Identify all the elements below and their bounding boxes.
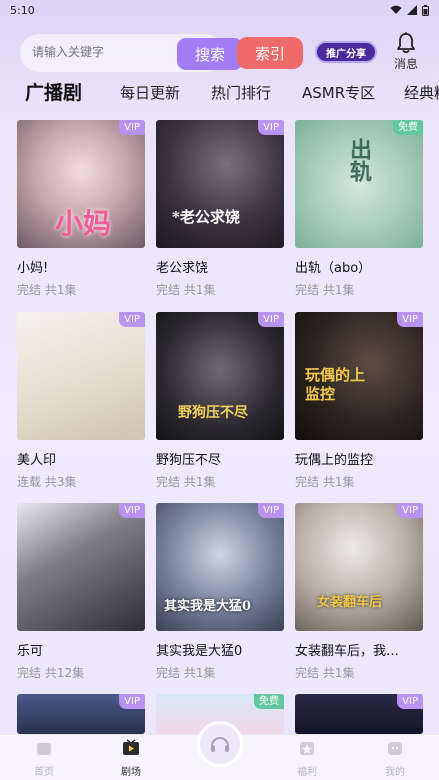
drama-card[interactable]: 野狗压不尽 VIP 野狗压不尽 完结 共1集 [156, 312, 284, 490]
vip-badge: VIP [397, 694, 423, 709]
vip-badge: VIP [119, 312, 145, 327]
drama-meta: 完结 共12集 [17, 666, 85, 680]
cover-image: 小妈 VIP [17, 120, 145, 248]
drama-title: 其实我是大猛0 [156, 644, 243, 659]
bottom-nav: 首页 剧场 福利 我的 [0, 721, 439, 780]
vip-badge: VIP [119, 120, 145, 135]
cover-title-text: *老公求饶 [172, 208, 240, 226]
drama-title: 女装翻车后，我… [295, 644, 400, 659]
battery-icon [422, 4, 429, 16]
drama-card[interactable]: 女装翻车后 VIP 女装翻车后，我… 完结 共1集 [295, 503, 423, 681]
cover-image: 玩偶的上监控 VIP [295, 312, 423, 440]
search-box[interactable]: 搜索 [20, 34, 243, 72]
vip-badge: VIP [119, 503, 145, 518]
category-tabs: 广播剧 每日更新 热门排行 ASMR专区 经典精 [0, 78, 439, 108]
drama-meta: 连载 共3集 [17, 475, 77, 489]
tab-daily-update[interactable]: 每日更新 [120, 78, 180, 108]
free-badge: 免费 [393, 120, 423, 135]
drama-card[interactable]: 小妈 VIP 小妈! 完结 共1集 [17, 120, 145, 298]
nav-home[interactable]: 首页 [14, 739, 74, 778]
drama-meta: 完结 共1集 [295, 666, 355, 680]
cover-title-text: 女装翻车后 [317, 595, 383, 610]
status-icons [390, 4, 429, 16]
vip-badge: VIP [397, 312, 423, 327]
cover-title-text: 其实我是大猛0 [164, 599, 252, 614]
cover-image: VIP [17, 312, 145, 440]
drama-title: 老公求饶 [156, 261, 209, 276]
tab-classic[interactable]: 经典精 [404, 78, 439, 108]
nav-welfare-label: 福利 [297, 767, 317, 778]
index-button[interactable]: 索引 [237, 37, 303, 69]
drama-meta: 完结 共1集 [17, 283, 77, 297]
search-button[interactable]: 搜索 [177, 38, 243, 70]
share-button[interactable]: 推广分享 [315, 41, 377, 63]
drama-title: 乐可 [17, 644, 44, 659]
player-button[interactable] [197, 721, 243, 767]
cover-image: 其实我是大猛0 VIP [156, 503, 284, 631]
cover-title-text: 出轨 [346, 138, 372, 182]
nav-welfare[interactable]: 福利 [277, 739, 337, 778]
drama-card[interactable]: VIP 乐可 完结 共12集 [17, 503, 145, 681]
vip-badge: VIP [397, 503, 423, 518]
vip-badge: VIP [258, 312, 284, 327]
drama-title: 野狗压不尽 [156, 453, 222, 468]
nav-drama[interactable]: 剧场 [101, 739, 161, 778]
drama-meta: 完结 共1集 [295, 283, 355, 297]
cover-title-text: 野狗压不尽 [178, 405, 248, 421]
drama-card[interactable]: 玩偶的上监控 VIP 玩偶上的监控 完结 共1集 [295, 312, 423, 490]
drama-title: 玩偶上的监控 [295, 453, 374, 468]
drama-title: 出轨（abo） [295, 261, 372, 276]
wifi-icon [390, 5, 402, 14]
nav-mine-label: 我的 [385, 767, 405, 778]
drama-card[interactable]: 出轨 免费 出轨（abo） 完结 共1集 [295, 120, 423, 298]
drama-title: 小妈! [17, 261, 49, 276]
bell-icon [397, 32, 415, 54]
drama-card[interactable]: 其实我是大猛0 VIP 其实我是大猛0 完结 共1集 [156, 503, 284, 681]
cover-image: 出轨 免费 [295, 120, 423, 248]
profile-icon [388, 742, 402, 755]
vip-badge: VIP [258, 503, 284, 518]
nav-home-label: 首页 [34, 767, 54, 778]
cover-image: VIP [17, 503, 145, 631]
header: 搜索 索引 推广分享 消息 [0, 30, 439, 74]
drama-meta: 完结 共1集 [156, 475, 216, 489]
cover-title-text: 小妈 [55, 207, 112, 240]
cover-image: 女装翻车后 VIP [295, 503, 423, 631]
drama-card[interactable]: VIP 美人印 连载 共3集 [17, 312, 145, 490]
cover-image: *老公求饶 VIP [156, 120, 284, 248]
search-input[interactable] [32, 45, 162, 59]
star-icon [300, 742, 314, 755]
drama-meta: 完结 共1集 [156, 283, 216, 297]
nav-drama-label: 剧场 [121, 767, 141, 778]
home-icon [37, 743, 51, 755]
cover-image: VIP [17, 694, 145, 734]
drama-card[interactable]: VIP [295, 694, 423, 734]
drama-meta: 完结 共1集 [156, 666, 216, 680]
cover-title-text: 玩偶的上监控 [305, 366, 366, 403]
status-bar: 5:10 [0, 0, 439, 20]
tab-asmr[interactable]: ASMR专区 [302, 78, 375, 108]
nav-mine[interactable]: 我的 [365, 739, 425, 778]
drama-meta: 完结 共1集 [295, 475, 355, 489]
signal-icon [407, 5, 417, 15]
free-badge: 免费 [254, 694, 284, 709]
play-icon [123, 739, 139, 755]
vip-badge: VIP [119, 694, 145, 709]
message-label: 消息 [393, 57, 418, 71]
message-button[interactable]: 消息 [390, 32, 422, 74]
tab-hot-ranking[interactable]: 热门排行 [211, 78, 271, 108]
headphones-icon [211, 737, 229, 752]
tab-radio-drama[interactable]: 广播剧 [25, 78, 82, 108]
cover-image: VIP [295, 694, 423, 734]
status-time: 5:10 [10, 3, 35, 17]
cover-image: 野狗压不尽 VIP [156, 312, 284, 440]
drama-card[interactable]: *老公求饶 VIP 老公求饶 完结 共1集 [156, 120, 284, 298]
drama-card[interactable]: VIP [17, 694, 145, 734]
vip-badge: VIP [258, 120, 284, 135]
drama-title: 美人印 [17, 453, 57, 468]
